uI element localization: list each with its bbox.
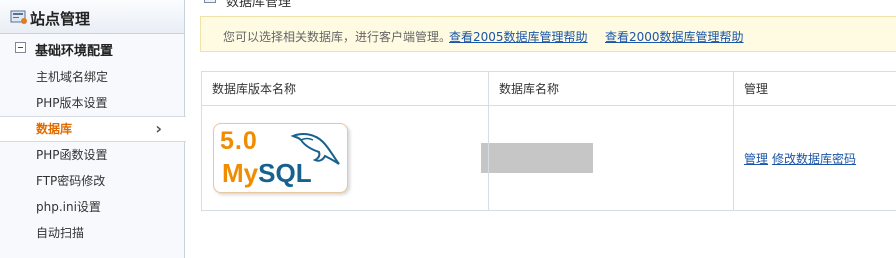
sidebar-title: 站点管理 (30, 10, 91, 28)
sidebar-item-ftp-password[interactable]: FTP密码修改 (0, 168, 184, 194)
nav-list: 主机域名绑定 PHP版本设置 数据库 › PHP函数设置 FTP密码修改 php… (0, 64, 186, 246)
site-manage-icon (10, 10, 27, 24)
help-2005-link[interactable]: 查看2005数据库管理帮助 (449, 28, 588, 45)
change-password-link[interactable]: 修改数据库密码 (772, 152, 856, 166)
db-name-cell (481, 105, 734, 211)
sidebar: 站点管理 基础环境配置 主机域名绑定 PHP版本设置 数据库 › PHP函数设置… (0, 0, 186, 258)
main-content: 数据库管理 您可以选择相关数据库，进行客户端管理。 查看2005数据库管理帮助 … (186, 0, 896, 258)
manage-link[interactable]: 管理 (744, 152, 768, 166)
database-icon (204, 0, 216, 3)
logo-version: 5.0 (220, 127, 258, 155)
sidebar-item-php-version[interactable]: PHP版本设置 (0, 90, 184, 116)
sidebar-header: 站点管理 (0, 0, 184, 34)
page-title: 数据库管理 (226, 0, 292, 10)
mysql-logo: 5.0 MySQL (213, 123, 348, 193)
help-2000-link[interactable]: 查看2000数据库管理帮助 (605, 28, 744, 45)
sidebar-item-database[interactable]: 数据库 › (0, 116, 186, 142)
sidebar-item-php-functions[interactable]: PHP函数设置 (0, 142, 184, 168)
logo-word: MySQL (222, 158, 312, 188)
group-label: 基础环境配置 (35, 44, 114, 59)
redacted-db-name (481, 143, 593, 173)
sidebar-item-auto-scan[interactable]: 自动扫描 (0, 220, 184, 246)
notice-text: 您可以选择相关数据库，进行客户端管理。 (223, 30, 452, 44)
table-row: 5.0 MySQL 管理 修改数据库密码 (201, 105, 896, 211)
database-table: 数据库版本名称 数据库名称 管理 5.0 MySQL 管理 修改数据库密码 (201, 71, 896, 211)
sidebar-item-domain-binding[interactable]: 主机域名绑定 (0, 64, 184, 90)
notice-bar: 您可以选择相关数据库，进行客户端管理。 查看2005数据库管理帮助 查看2000… (200, 16, 896, 52)
chevron-right-icon: › (155, 119, 162, 138)
header-db-version: 数据库版本名称 (201, 71, 489, 106)
collapse-toggle-icon[interactable] (15, 42, 26, 53)
db-version-cell: 5.0 MySQL (201, 105, 489, 211)
group-basic-config[interactable]: 基础环境配置 (0, 34, 184, 62)
header-db-name: 数据库名称 (488, 71, 734, 106)
sidebar-item-php-ini[interactable]: php.ini设置 (0, 194, 184, 220)
table-header-row: 数据库版本名称 数据库名称 管理 (201, 71, 896, 106)
header-manage: 管理 (733, 71, 896, 106)
manage-cell: 管理 修改数据库密码 (733, 105, 896, 211)
